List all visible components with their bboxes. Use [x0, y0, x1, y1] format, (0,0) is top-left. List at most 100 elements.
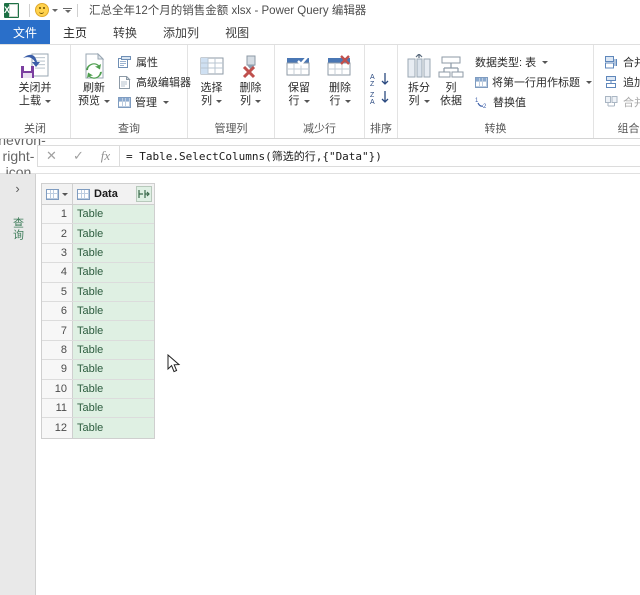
advanced-editor-icon	[118, 76, 132, 89]
ribbon-group-manage-columns-label: 管理列	[188, 121, 274, 138]
manage-button[interactable]: 管理	[116, 92, 193, 112]
svg-text:Z: Z	[370, 81, 375, 87]
tab-transform[interactable]: 转换	[100, 20, 150, 44]
tab-view[interactable]: 视图	[212, 20, 262, 44]
choose-columns-label-line1: 选择	[201, 82, 223, 95]
power-query-editor-window: 汇总全年12个月的销售金额 xlsx - Power Query 编辑器 文件 …	[0, 0, 640, 595]
formula-input[interactable]: = Table.SelectColumns(筛选的行,{"Data"})	[119, 145, 640, 167]
refresh-preview-label-line1: 刷新	[83, 82, 105, 95]
formula-bar-expand-icon[interactable]: chevron-right-icon	[0, 139, 37, 173]
group-by-icon	[437, 52, 465, 82]
queries-pane-label: 查询	[10, 217, 26, 241]
cell-data[interactable]: Table	[73, 263, 154, 281]
group-by-label-line2: 依据	[440, 95, 462, 108]
remove-rows-button[interactable]: 删除 行	[321, 50, 359, 108]
sort-descending-icon[interactable]: Z A	[370, 90, 392, 105]
cell-data[interactable]: Table	[73, 399, 154, 417]
chevron-down-icon[interactable]	[542, 61, 548, 64]
column-header-data[interactable]: Data	[73, 184, 154, 204]
insert-function-button[interactable]: fx	[92, 146, 119, 166]
chevron-down-icon[interactable]	[62, 193, 68, 196]
cell-data[interactable]: Table	[73, 321, 154, 339]
table-row[interactable]: 10Table	[42, 380, 154, 399]
main-area: › 查询 Data	[0, 174, 640, 595]
sort-buttons[interactable]: A Z Z A	[370, 72, 392, 105]
chevron-down-icon[interactable]	[255, 100, 261, 103]
refresh-preview-button[interactable]: 刷新 预览	[76, 50, 112, 108]
chevron-down-icon[interactable]	[104, 100, 110, 103]
svg-text:A: A	[370, 74, 375, 81]
tab-home[interactable]: 主页	[50, 20, 100, 44]
formula-bar-buttons: ✕ ✓ fx	[37, 145, 119, 167]
chevron-down-icon[interactable]	[304, 100, 310, 103]
tab-file[interactable]: 文件	[0, 20, 50, 44]
cell-data[interactable]: Table	[73, 302, 154, 320]
select-all-icon[interactable]	[42, 184, 73, 204]
combine-files-button[interactable]: 合并文	[603, 92, 640, 112]
cell-data[interactable]: Table	[73, 341, 154, 359]
keep-rows-button[interactable]: 保留 行	[280, 50, 318, 108]
merge-queries-button[interactable]: 合并查	[603, 52, 640, 72]
remove-columns-button[interactable]: 删除 列	[232, 50, 269, 108]
table-row[interactable]: 12Table	[42, 418, 154, 437]
ribbon-group-manage-columns: 选择 列 删除 列	[188, 45, 275, 138]
properties-button[interactable]: 属性	[116, 52, 193, 72]
properties-icon	[118, 56, 132, 69]
cell-data[interactable]: Table	[73, 283, 154, 301]
replace-values-button[interactable]: 1 2 替换值	[473, 92, 594, 112]
table-row[interactable]: 7Table	[42, 321, 154, 340]
ribbon-group-sort: A Z Z A 排序	[365, 45, 398, 138]
table-row[interactable]: 6Table	[42, 302, 154, 321]
qat-more-icon[interactable]	[63, 6, 72, 15]
split-column-label-line2: 列	[409, 95, 430, 108]
queries-pane-expand-icon[interactable]: ›	[15, 182, 19, 195]
table-row[interactable]: 5Table	[42, 283, 154, 302]
advanced-editor-button[interactable]: 高级编辑器	[116, 72, 193, 92]
close-and-load-button[interactable]: 关闭并 上载	[5, 50, 65, 108]
split-column-label-line1: 拆分	[408, 82, 430, 95]
chevron-down-icon[interactable]	[163, 101, 169, 104]
formula-accept-button[interactable]: ✓	[65, 146, 92, 166]
split-column-button[interactable]: 拆分 列	[403, 50, 435, 108]
table-row[interactable]: 11Table	[42, 399, 154, 418]
chevron-down-icon[interactable]	[216, 100, 222, 103]
append-queries-icon	[605, 76, 619, 89]
cell-data[interactable]: Table	[73, 205, 154, 223]
dropdown-caret-icon[interactable]	[52, 9, 58, 12]
remove-rows-label-line2: 行	[330, 95, 351, 108]
table-row[interactable]: 4Table	[42, 263, 154, 282]
svg-text:2: 2	[483, 104, 487, 109]
ribbon-group-reduce-rows-label: 减少行	[275, 121, 364, 138]
chevron-down-icon[interactable]	[586, 81, 592, 84]
table-row[interactable]: 2Table	[42, 224, 154, 243]
keep-rows-label-line2: 行	[289, 95, 310, 108]
merge-queries-icon	[605, 56, 619, 69]
excel-icon	[4, 3, 19, 18]
table-row[interactable]: 8Table	[42, 341, 154, 360]
cell-data[interactable]: Table	[73, 380, 154, 398]
table-row[interactable]: 1Table	[42, 205, 154, 224]
choose-columns-button[interactable]: 选择 列	[193, 50, 230, 108]
table-row[interactable]: 3Table	[42, 244, 154, 263]
cell-data[interactable]: Table	[73, 360, 154, 378]
chevron-down-icon[interactable]	[424, 100, 430, 103]
sort-ascending-icon[interactable]: A Z	[370, 72, 392, 87]
cell-data[interactable]: Table	[73, 244, 154, 262]
replace-values-icon: 1 2	[475, 96, 489, 109]
cell-data[interactable]: Table	[73, 224, 154, 242]
cell-data[interactable]: Table	[73, 418, 154, 437]
expand-columns-icon[interactable]	[136, 186, 152, 202]
queries-pane-collapsed[interactable]: › 查询	[0, 174, 36, 595]
use-first-row-as-headers-button[interactable]: 将第一行用作标题	[473, 72, 594, 92]
chevron-down-icon[interactable]	[345, 100, 351, 103]
smiley-icon[interactable]	[35, 3, 49, 17]
group-by-button[interactable]: 列 依据	[435, 50, 467, 108]
ribbon: 关闭并 上载 关闭	[0, 45, 640, 139]
data-type-button[interactable]: 数据类型: 表	[473, 52, 594, 72]
chevron-down-icon[interactable]	[45, 100, 51, 103]
manage-label: 管理	[135, 94, 157, 110]
tab-add-column[interactable]: 添加列	[150, 20, 212, 44]
table-row[interactable]: 9Table	[42, 360, 154, 379]
append-queries-button[interactable]: 追加查	[603, 72, 640, 92]
formula-cancel-button[interactable]: ✕	[38, 146, 65, 166]
